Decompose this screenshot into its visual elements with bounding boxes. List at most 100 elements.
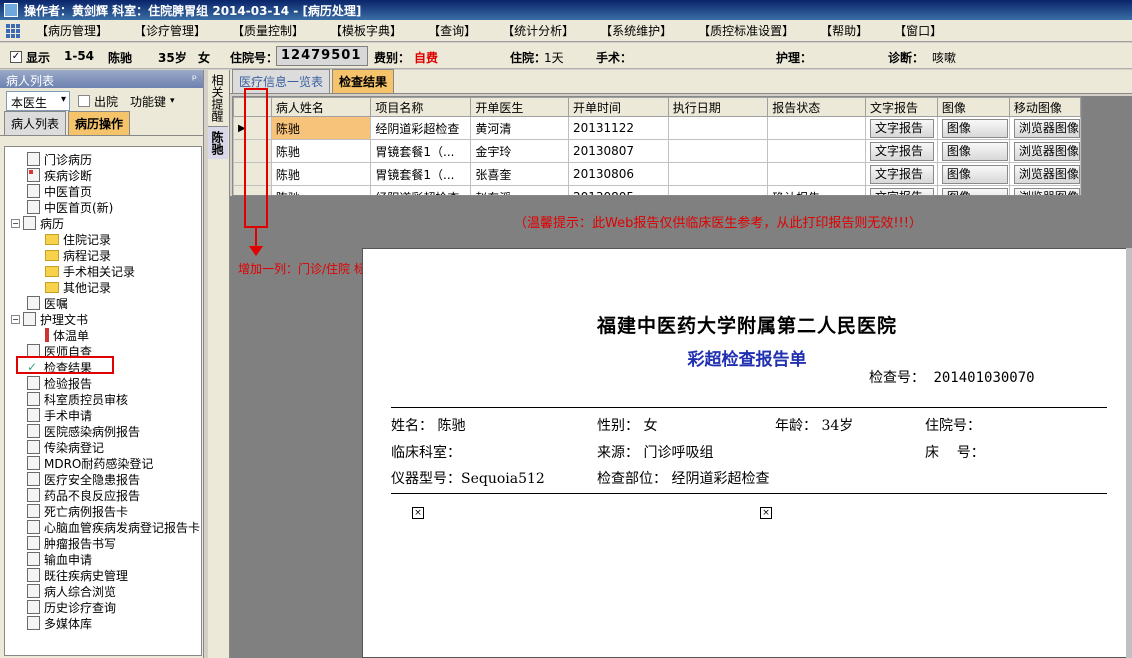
table-cell[interactable]: 胃镜套餐1（... <box>370 139 472 163</box>
table-cell[interactable]: 20130807 <box>567 139 669 163</box>
chevron-down-icon[interactable]: ▾ <box>170 96 175 106</box>
table-cell[interactable]: 20130805 <box>567 185 669 195</box>
tree-item[interactable]: 手术申请 <box>5 407 201 423</box>
tree-item[interactable]: 医疗安全隐患报告 <box>5 471 201 487</box>
image-button[interactable]: 图像 <box>941 118 1008 138</box>
table-cell[interactable] <box>667 116 769 140</box>
table-cell[interactable] <box>667 139 769 163</box>
tree-item[interactable]: 死亡病例报告卡 <box>5 503 201 519</box>
pin-icon[interactable]: ᵖ <box>192 72 197 86</box>
menu-treatment-management[interactable]: 【诊疗管理】 <box>134 22 206 39</box>
browser-image-button[interactable]: 浏览器图像 <box>1013 118 1080 138</box>
table-cell[interactable]: 黄河清 <box>470 116 569 140</box>
column-header[interactable]: 开单时间 <box>567 97 669 117</box>
tree-item[interactable]: 医院感染病例报告 <box>5 423 201 439</box>
tree-item[interactable]: 历史诊疗查询 <box>5 599 201 615</box>
table-cell[interactable]: 陈驰 <box>270 185 372 195</box>
doctor-select[interactable]: 本医生 <box>6 91 70 111</box>
menu-window[interactable]: 【窗口】 <box>894 22 942 39</box>
text-report-button[interactable]: 文字报告 <box>869 187 934 195</box>
menu-quality-control[interactable]: 【质量控制】 <box>232 22 304 39</box>
system-menu-icon[interactable] <box>6 23 20 38</box>
tree-item[interactable]: 体温单 <box>5 327 201 343</box>
table-cell[interactable]: 胃镜套餐1（... <box>370 162 472 186</box>
tab-reminders[interactable]: 相关提醒 <box>208 70 228 126</box>
column-header[interactable]: 报告状态 <box>767 97 866 117</box>
tree-item[interactable]: 既往疾病史管理 <box>5 567 201 583</box>
tree-item[interactable]: 医嘱 <box>5 295 201 311</box>
menu-template-dictionary[interactable]: 【模板字典】 <box>330 22 402 39</box>
browser-image-button[interactable]: 浏览器图像 <box>1013 164 1080 184</box>
table-cell[interactable] <box>667 162 769 186</box>
table-cell[interactable]: 赵东溪 <box>470 185 569 195</box>
tree-item[interactable]: 心脑血管疾病发病登记报告卡 <box>5 519 201 535</box>
tree-item[interactable]: 肿瘤报告书写 <box>5 535 201 551</box>
tree-item[interactable]: 病程记录 <box>5 247 201 263</box>
tree-item[interactable]: 输血申请 <box>5 551 201 567</box>
tree-item[interactable]: 住院记录 <box>5 231 201 247</box>
table-row[interactable]: ▶ 陈驰 经阴道彩超检查 黄河清 20131122 文字报告 图像 浏览器图像 <box>233 116 1081 140</box>
discharged-checkbox[interactable] <box>78 95 90 107</box>
column-header[interactable]: 项目名称 <box>370 97 472 117</box>
tree-item[interactable]: 检验报告 <box>5 375 201 391</box>
table-cell[interactable] <box>767 139 866 163</box>
column-header[interactable]: 移动图像 <box>1008 97 1081 117</box>
tree-item[interactable]: 其他记录 <box>5 279 201 295</box>
tree-item[interactable]: 传染病登记 <box>5 439 201 455</box>
tree-item[interactable]: 门诊病历 <box>5 151 201 167</box>
table-cell[interactable] <box>767 116 866 140</box>
table-cell[interactable]: 金宇玲 <box>470 139 569 163</box>
column-header[interactable]: 开单医生 <box>470 97 569 117</box>
table-row[interactable]: 陈驰经阴道彩超检查赵东溪20130805 确认报告文字报告图像浏览器图像 <box>233 185 1081 195</box>
table-cell[interactable]: 陈驰 <box>270 116 372 140</box>
menu-help[interactable]: 【帮助】 <box>820 22 868 39</box>
table-row[interactable]: 陈驰 胃镜套餐1（... 张喜奎 20130806 文字报告 图像 浏览器图像 <box>233 162 1081 186</box>
image-button[interactable]: 图像 <box>941 141 1008 161</box>
inpatient-no-field[interactable]: 12479501 <box>276 46 368 66</box>
scrollbar[interactable] <box>1126 248 1132 658</box>
text-report-button[interactable]: 文字报告 <box>869 118 934 138</box>
tree-item[interactable]: − 护理文书 <box>5 311 201 327</box>
tree-item[interactable]: 手术相关记录 <box>5 263 201 279</box>
table-cell[interactable]: 经阴道彩超检查 <box>370 185 472 195</box>
collapse-icon[interactable]: − <box>11 218 20 228</box>
image-button[interactable]: 图像 <box>941 164 1008 184</box>
menu-qc-standards[interactable]: 【质控标准设置】 <box>698 22 794 39</box>
tree-item[interactable]: 中医首页(新) <box>5 199 201 215</box>
tab-patient-chenchi[interactable]: 陈驰 <box>208 126 228 159</box>
collapse-icon[interactable]: − <box>11 314 20 324</box>
tab-record-operations[interactable]: 病历操作 <box>68 111 131 135</box>
tree-item[interactable]: MDRO耐药感染登记 <box>5 455 201 471</box>
tree-item[interactable]: − 病历 <box>5 215 201 231</box>
table-cell[interactable]: 20130806 <box>567 162 669 186</box>
browser-image-button[interactable]: 浏览器图像 <box>1013 141 1080 161</box>
table-cell[interactable]: 陈驰 <box>270 139 372 163</box>
tree-item[interactable]: 科室质控员审核 <box>5 391 201 407</box>
tree-item[interactable]: 疾病诊断 <box>5 167 201 183</box>
column-header[interactable]: 病人姓名 <box>270 97 372 117</box>
tree-item[interactable]: 中医首页 <box>5 183 201 199</box>
table-row[interactable]: 陈驰 胃镜套餐1（... 金宇玲 20130807 文字报告 图像 浏览器图像 <box>233 139 1081 163</box>
column-header[interactable]: 文字报告 <box>864 97 938 117</box>
image-button[interactable]: 图像 <box>941 187 1008 195</box>
function-key-button[interactable]: 功能键 <box>130 93 166 110</box>
table-cell[interactable]: 20131122 <box>567 116 669 140</box>
table-cell[interactable] <box>767 162 866 186</box>
tree-item[interactable]: 药品不良反应报告 <box>5 487 201 503</box>
menu-query[interactable]: 【查询】 <box>428 22 476 39</box>
column-header[interactable]: 执行日期 <box>667 97 769 117</box>
table-cell[interactable]: 陈驰 <box>270 162 372 186</box>
show-checkbox[interactable]: ✓ <box>10 50 22 63</box>
tab-exam-results[interactable]: 检查结果 <box>332 69 395 93</box>
menu-record-management[interactable]: 【病历管理】 <box>36 22 108 39</box>
text-report-button[interactable]: 文字报告 <box>869 164 934 184</box>
column-header[interactable]: 图像 <box>936 97 1010 117</box>
browser-image-button[interactable]: 浏览器图像 <box>1013 187 1080 195</box>
tab-patient-list[interactable]: 病人列表 <box>4 111 67 135</box>
table-cell[interactable]: 确认报告 <box>767 185 866 195</box>
text-report-button[interactable]: 文字报告 <box>869 141 934 161</box>
menu-statistics[interactable]: 【统计分析】 <box>502 22 574 39</box>
menu-system-maintenance[interactable]: 【系统维护】 <box>600 22 672 39</box>
table-cell[interactable]: 经阴道彩超检查 <box>370 116 472 140</box>
tree-item[interactable]: 病人综合浏览 <box>5 583 201 599</box>
